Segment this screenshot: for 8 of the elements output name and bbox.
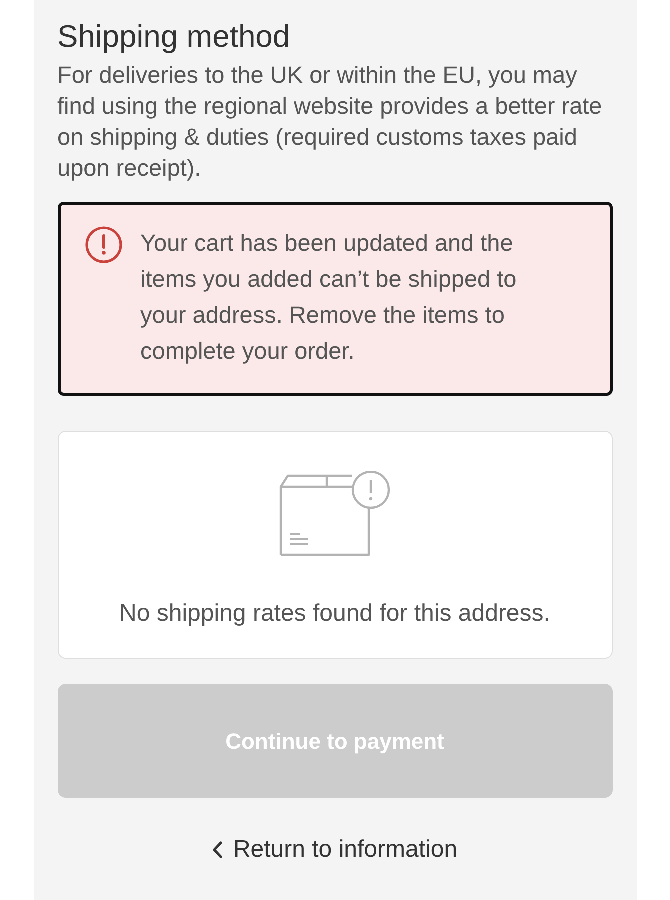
return-link[interactable]: Return to information [212, 835, 458, 865]
alert-icon [84, 226, 122, 264]
shipping-description: For deliveries to the UK or within the EU, you may find using the regional website provides a better rate on shipping & duties (required customs taxes paid upon receipt). [58, 61, 604, 183]
box-alert-icon [279, 471, 391, 557]
chevron-left-icon [212, 841, 224, 859]
section-heading: Shipping method [58, 18, 292, 56]
empty-state-message: No shipping rates found for this address. [120, 599, 550, 629]
alert-message: Your cart has been updated and the items you added can’t be shipped to your address. Remove the items to complete your order. [140, 229, 518, 366]
